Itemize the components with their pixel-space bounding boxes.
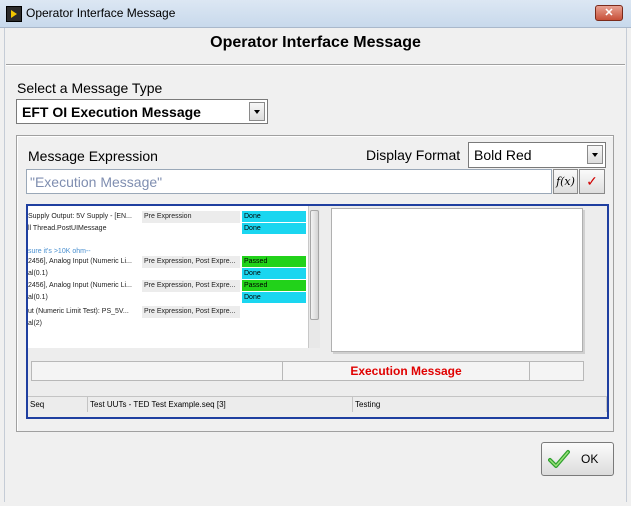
step-row[interactable]: al(0.1) Done	[28, 268, 308, 280]
step-status: Done	[242, 268, 306, 279]
message-expression-label: Message Expression	[28, 148, 158, 164]
step-status: Done	[242, 292, 306, 303]
step-status	[242, 235, 306, 246]
step-name: al(0.1)	[28, 270, 48, 277]
step-status	[242, 306, 306, 317]
report-pane	[331, 208, 583, 352]
step-row[interactable]: 2456], Analog Input (Numeric Li... Pre Ex…	[28, 280, 308, 292]
message-type-select[interactable]: EFT OI Execution Message	[16, 99, 268, 124]
step-name: ll Thread.PostUIMessage	[28, 225, 107, 232]
step-expressions: Pre Expression, Post Expre...	[142, 306, 240, 318]
display-format-label: Display Format	[366, 147, 461, 163]
step-name: Supply Output: 5V Supply - [EN...	[28, 213, 132, 220]
ok-button-label: OK	[581, 452, 599, 466]
step-expressions: Pre Expression	[142, 211, 240, 223]
step-row[interactable]: al(0.1) Done	[28, 292, 308, 304]
step-list-scrollbar	[308, 206, 320, 348]
close-button[interactable]: ✕	[595, 5, 623, 21]
step-name: 2456], Analog Input (Numeric Li...	[28, 258, 132, 265]
preview-message-text: Execution Message	[282, 362, 530, 380]
step-expressions: Pre Expression, Post Expre...	[142, 256, 240, 268]
step-name: al(2)	[28, 320, 43, 327]
step-row[interactable]: ll Thread.PostUIMessage Done	[28, 223, 308, 235]
step-status: Done	[242, 211, 306, 222]
step-status	[242, 318, 306, 329]
message-expression-input[interactable]: "Execution Message"	[26, 169, 552, 194]
step-row[interactable]: Supply Output: 5V Supply - [EN... Pre Exp…	[28, 211, 308, 223]
step-status: Passed	[242, 280, 306, 291]
header-divider	[6, 64, 625, 66]
labview-app-icon	[6, 6, 22, 22]
chevron-down-icon	[592, 153, 598, 157]
step-row[interactable]: ut (Numeric Limit Test): PS_5V... Pre Exp…	[28, 306, 308, 318]
step-status: Done	[242, 223, 306, 234]
status-bar-pane: Test UUTs - TED Test Example.seq [3]	[88, 397, 353, 412]
display-format-dropdown-button[interactable]	[587, 145, 603, 164]
display-format-value: Bold Red	[474, 147, 532, 163]
check-expression-button[interactable]: ✓	[579, 169, 605, 194]
preview-status-bar: Seq Test UUTs - TED Test Example.seq [3] T…	[28, 396, 607, 412]
expression-browse-fx-button[interactable]: f(x)	[553, 169, 578, 194]
step-row[interactable]: 2456], Analog Input (Numeric Li... Pre Ex…	[28, 256, 308, 268]
message-preview: Supply Output: 5V Supply - [EN... Pre Exp…	[26, 204, 609, 419]
scrollbar-thumb	[310, 210, 319, 320]
execution-step-list: Supply Output: 5V Supply - [EN... Pre Exp…	[28, 206, 308, 348]
status-bar-pane: Seq	[28, 397, 88, 412]
message-expression-value: "Execution Message"	[30, 174, 163, 190]
step-status: Passed	[242, 256, 306, 267]
message-type-value: EFT OI Execution Message	[22, 104, 201, 120]
step-expressions: Pre Expression, Post Expre...	[142, 280, 240, 292]
display-format-select[interactable]: Bold Red	[468, 142, 606, 168]
message-type-dropdown-button[interactable]	[249, 102, 265, 121]
message-type-label: Select a Message Type	[17, 80, 163, 96]
step-name: al(0.1)	[28, 294, 48, 301]
ok-button[interactable]: OK	[541, 442, 614, 476]
status-bar-pane: Testing	[353, 397, 607, 412]
dialog-heading: Operator Interface Message	[210, 34, 421, 51]
preview-message-bar: Execution Message	[31, 361, 584, 381]
step-row[interactable]: al(2)	[28, 318, 308, 330]
step-name: ut (Numeric Limit Test): PS_5V...	[28, 308, 129, 315]
chevron-down-icon	[254, 110, 260, 114]
window-title: Operator Interface Message	[26, 6, 176, 20]
step-name: 2456], Analog Input (Numeric Li...	[28, 282, 132, 289]
green-check-icon	[548, 450, 570, 468]
